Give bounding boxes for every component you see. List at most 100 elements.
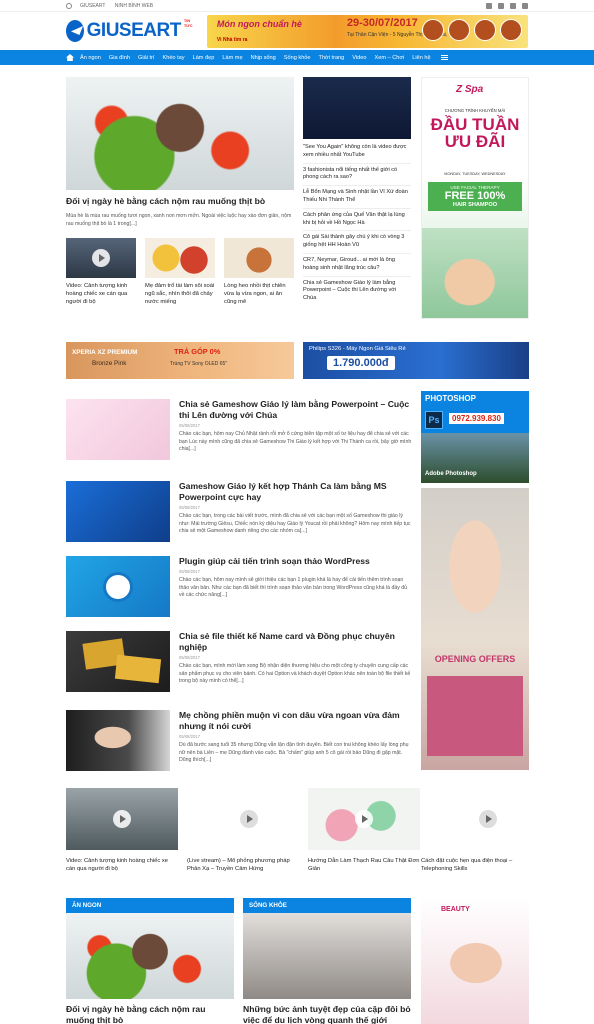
google-plus-icon[interactable] (522, 2, 528, 9)
photoshop-course: Adobe Photoshop (425, 471, 477, 477)
category-header-song-khoe[interactable]: SỐNG KHỎE (243, 898, 411, 913)
play-icon[interactable] (240, 810, 258, 828)
bird-logo-icon (66, 20, 84, 42)
banner-dates: 29-30/07/2017 (346, 16, 418, 29)
play-icon[interactable] (479, 810, 497, 828)
play-icon[interactable] (355, 810, 373, 828)
philips-ad[interactable]: Philips S326 - Máy Ngon Giá Siêu Rẻ 1.79… (303, 342, 529, 379)
article-date-1: 05/08/2017 (179, 423, 200, 428)
play-icon[interactable] (113, 810, 131, 828)
video-thumb-3[interactable] (308, 788, 420, 850)
photoshop-icon: Ps (425, 411, 443, 429)
article-date-5: 05/08/2017 (179, 734, 200, 739)
featured-image[interactable] (66, 77, 294, 190)
article-title-1[interactable]: Chia sẻ Gameshow Giáo lý làm bằng Powerp… (179, 399, 412, 421)
spa-ad[interactable]: Z Spa CHƯƠNG TRÌNH KHUYẾN MÃI ĐẦU TUẦN Ư… (421, 77, 529, 319)
nav-item-lam-me[interactable]: Làm mẹ (222, 55, 242, 61)
opening-offers-ad[interactable]: OPENING OFFERS (421, 488, 529, 770)
philips-price: 1.790.000đ (327, 356, 395, 370)
side-news-item[interactable]: Chia sẻ Gameshow Giáo lý làm bằng Powerp… (303, 277, 411, 306)
featured-small-image-3[interactable] (224, 238, 294, 278)
article-date-4: 05/08/2017 (179, 655, 200, 660)
spa-days: MONDAY, TUESDAY, WEDNESDAY (444, 172, 506, 176)
category-header-an-ngon[interactable]: ĂN NGON (66, 898, 234, 913)
photoshop-title: PHOTOSHOP (425, 394, 476, 403)
category-image-an-ngon[interactable] (66, 913, 234, 999)
featured-small-image-1[interactable] (66, 238, 136, 278)
article-desc-5: Dù đã bước sang tuổi 35 nhưng Dũng vẫn l… (179, 742, 409, 763)
video-title-1[interactable]: Video: Cảnh tượng kinh hoàng chiếc xe cá… (66, 857, 178, 873)
banner-brand: Vì Nhà tìm ra (216, 36, 248, 43)
beauty-ad[interactable]: BEAUTY (421, 898, 529, 1024)
side-news-item[interactable]: Cô gái Sài thành gây chú ý khi có vòng 3… (303, 231, 411, 254)
video-title-2[interactable]: (Live stream) – Mô phỏng phương pháp Phả… (187, 857, 299, 873)
facebook-icon[interactable] (486, 2, 492, 9)
nav-item-lam-dep[interactable]: Làm đẹp (193, 55, 215, 61)
play-icon[interactable] (92, 249, 110, 267)
header-banner[interactable]: Món ngon chuẩn hè 29-30/07/2017 Tại Thân… (206, 14, 528, 48)
article-desc-2: Chào các bạn, trong các bài viết trước, … (179, 513, 411, 534)
category-title-an-ngon[interactable]: Đối vị ngày hè bằng cách nộm rau muống t… (66, 1004, 234, 1024)
article-desc-3: Chào các bạn, hôm nay mình sẽ giới thiệu… (179, 577, 408, 598)
featured-small-title-3[interactable]: Lòng heo nhồi thịt chiên vừa lạ vừa ngon… (224, 282, 294, 306)
side-news-item[interactable]: CR7, Neymar, Giroud... ai mới là ông hoà… (303, 254, 411, 277)
home-icon[interactable] (66, 54, 74, 61)
nav-item-an-ngon[interactable]: Ăn ngon (80, 55, 101, 61)
article-title-3[interactable]: Plugin giúp cải tiến trình soạn thảo Wor… (179, 556, 412, 567)
nav-item-gia-dinh[interactable]: Gia đình (109, 55, 130, 61)
video-title-3[interactable]: Hướng Dẫn Làm Thạch Rau Câu Thật Đơn Giả… (308, 857, 420, 873)
side-news-lead[interactable]: "See You Again" không còn là video được … (303, 141, 411, 164)
nav-item-thoi-trang[interactable]: Thời trang (319, 55, 345, 61)
spa-headline: ĐẦU TUẦN ƯU ĐÃI (430, 115, 520, 151)
spa-offer3: HAIR SHAMPOO (452, 202, 498, 208)
photoshop-ad[interactable]: PHOTOSHOP Ps 0972.939.830 Adobe Photosho… (421, 391, 529, 483)
nav-item-video[interactable]: Video (352, 55, 366, 61)
nav-item-kheo-tay[interactable]: Khéo tay (162, 55, 184, 61)
nav-item-lien-he[interactable]: Liên hệ (412, 55, 430, 61)
featured-small-title-2[interactable]: Mẹ đảm trổ tài làm xôi xoài ngũ sắc, nhì… (145, 282, 215, 306)
youtube-icon[interactable] (510, 2, 516, 9)
article-title-2[interactable]: Gameshow Giáo lý kết hợp Thánh Ca làm bằ… (179, 481, 412, 503)
top-link-ninhbinhweb[interactable]: NINH BÌNH WEB (115, 3, 153, 9)
category-title-song-khoe[interactable]: Những bức ảnh tuyệt đẹp của cặp đôi bỏ v… (243, 1004, 411, 1024)
menu-icon[interactable] (440, 55, 448, 60)
header: GIUSEART TIN TỨC Món ngon chuẩn hè 29-30… (0, 12, 594, 50)
nav-item-xem-choi[interactable]: Xem – Chơi (375, 55, 405, 61)
xperia-ad[interactable]: XPERIA XZ PREMIUM Bronze Pink TRẢ GÓP 0%… (66, 342, 294, 379)
article-image-1[interactable] (66, 399, 170, 460)
beauty-brand: BEAUTY (441, 906, 470, 913)
nav-item-nhip-song[interactable]: Nhịp sống (251, 55, 276, 61)
video-thumb-4[interactable] (429, 788, 529, 850)
article-image-2[interactable] (66, 481, 170, 542)
side-news-item[interactable]: Cách phân ứng của Quế Vân thật lạ lùng k… (303, 209, 411, 232)
featured-small-title-1[interactable]: Video: Cảnh tượng kinh hoàng chiếc xe cá… (66, 282, 136, 306)
spa-offer2: FREE 100% (444, 190, 506, 202)
article-image-4[interactable] (66, 631, 170, 692)
side-lead-image[interactable] (303, 77, 411, 139)
nav-item-song-khoe[interactable]: Sống khỏe (284, 55, 311, 61)
opening-title: OPENING OFFERS (434, 654, 516, 664)
top-links: GIUSEART NINH BÌNH WEB (72, 3, 153, 9)
spa-model-image (422, 228, 528, 318)
side-news-item[interactable]: Lễ Bổn Mạng và Sinh nhật lần VI Xứ đoàn … (303, 186, 411, 209)
side-news-item[interactable]: 3 fashionista nổi tiếng nhất thế giới có… (303, 164, 411, 187)
beauty-model-image (431, 928, 521, 998)
video-thumb-2[interactable] (187, 788, 299, 850)
site-logo[interactable]: GIUSEART TIN TỨC (66, 18, 197, 42)
rss-icon[interactable] (498, 2, 504, 9)
video-thumb-1[interactable] (66, 788, 178, 850)
philips-line1: Philips S326 - Máy Ngon Giá Siêu Rẻ (309, 346, 406, 352)
article-image-5[interactable] (66, 710, 170, 771)
nav-item-giai-tri[interactable]: Giải trí (138, 55, 154, 61)
featured-title[interactable]: Đối vị ngày hè bằng cách nộm rau muống t… (66, 196, 294, 207)
top-link-giuseart[interactable]: GIUSEART (80, 3, 105, 9)
featured-small-image-2[interactable] (145, 238, 215, 278)
article-title-4[interactable]: Chia sẻ file thiết kế Name card và Đồng … (179, 631, 412, 653)
banner-food-images (422, 18, 522, 41)
video-title-4[interactable]: Cách đặt cuộc hẹn qua điện thoại – Telep… (421, 857, 529, 873)
category-image-song-khoe[interactable] (243, 913, 411, 999)
article-image-3[interactable] (66, 556, 170, 617)
opening-pink-panel (427, 676, 523, 756)
article-title-5[interactable]: Mẹ chồng phiền muộn vì con dâu vừa ngoan… (179, 710, 412, 732)
logo-sub: TIN TỨC (183, 18, 193, 28)
